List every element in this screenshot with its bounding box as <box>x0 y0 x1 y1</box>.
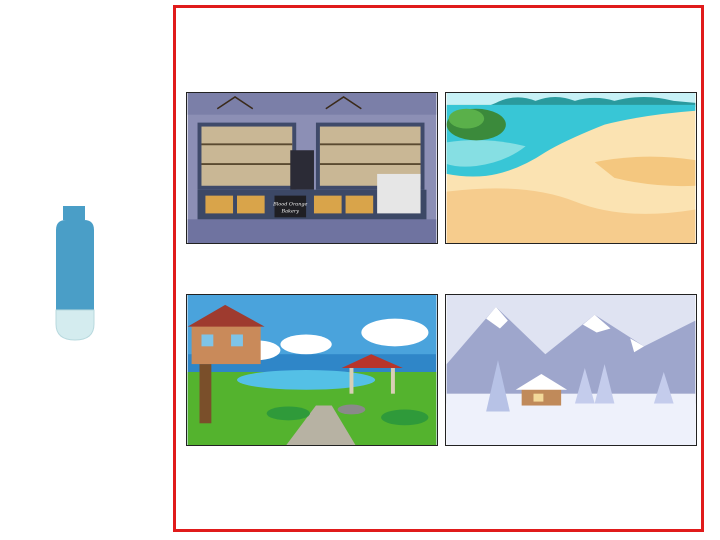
bakery-scene-image: Blood Orange Bakery <box>187 93 437 243</box>
bottle-bottom <box>55 309 95 341</box>
bakery-scene-tile[interactable]: Blood Orange Bakery <box>186 92 438 244</box>
svg-text:Bakery: Bakery <box>280 208 299 214</box>
treehouse-park-scene-image <box>187 295 437 445</box>
bottle-body <box>56 220 94 310</box>
snowy-mountain-scene-image <box>446 295 696 445</box>
beach-scene-image <box>446 93 696 243</box>
beach-scene-tile[interactable] <box>445 92 697 244</box>
water-bottle-icon <box>55 206 95 341</box>
bottle-cap <box>63 206 85 220</box>
choices-frame <box>173 5 704 532</box>
svg-text:Blood Orange: Blood Orange <box>272 202 307 208</box>
snowy-mountain-scene-tile[interactable] <box>445 294 697 446</box>
treehouse-park-scene-tile[interactable] <box>186 294 438 446</box>
